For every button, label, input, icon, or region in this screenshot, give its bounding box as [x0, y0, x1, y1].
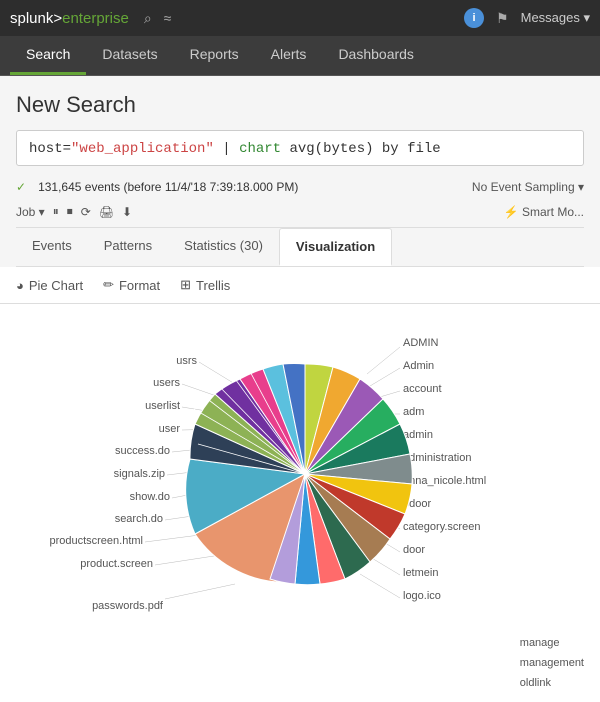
tab-statistics[interactable]: Statistics (30) [168, 228, 279, 266]
top-bar-right: i ⚑ Messages ▾ [464, 8, 590, 28]
svg-text:administration: administration [403, 452, 471, 464]
stop-button[interactable]: ⏹ [67, 204, 73, 219]
svg-text:logo.ico: logo.ico [403, 590, 441, 602]
download-button[interactable]: ⬇ [122, 205, 132, 219]
svg-text:success.do: success.do [115, 445, 170, 457]
svg-text:ADMIN: ADMIN [403, 337, 439, 349]
job-button[interactable]: Job ▾ [16, 205, 45, 219]
svg-text:category.screen: category.screen [403, 521, 480, 533]
pie-chart-icon: ◕ [16, 278, 24, 293]
print-button[interactable]: 🖨 [99, 205, 114, 219]
search-query: host="web_application" | chart avg(bytes… [29, 141, 441, 157]
info-icon[interactable]: i [464, 8, 484, 28]
page-title: New Search [16, 92, 584, 118]
page-content: New Search host="web_application" | char… [0, 76, 600, 267]
svg-text:search.do: search.do [115, 513, 163, 525]
svg-text:Admin: Admin [403, 360, 434, 372]
trellis-icon: ⊞ [180, 277, 191, 293]
svg-text:anna_nicole.html: anna_nicole.html [403, 475, 486, 487]
svg-text:admin: admin [403, 429, 433, 441]
content-tabs: Events Patterns Statistics (30) Visualiz… [16, 228, 584, 267]
pie-chart-container: usrs users userlist user success.do sign… [15, 314, 585, 624]
nav-tab-search[interactable]: Search [10, 36, 86, 75]
pencil-icon: ✏ [103, 277, 114, 293]
logo: splunk>enterprise [10, 10, 129, 27]
tab-patterns[interactable]: Patterns [88, 228, 168, 266]
tab-events[interactable]: Events [16, 228, 88, 266]
svg-text:adm: adm [403, 406, 424, 418]
nav-tab-alerts[interactable]: Alerts [255, 36, 323, 75]
svg-text:signals.zip: signals.zip [114, 468, 165, 480]
svg-text:show.do: show.do [130, 491, 170, 503]
extra-labels: manage management oldlink [0, 634, 600, 702]
top-bar: splunk>enterprise ⌕ ≈ i ⚑ Messages ▾ [0, 0, 600, 36]
chart-area: usrs users userlist user success.do sign… [0, 304, 600, 634]
pause-button[interactable]: ⏸ [53, 204, 59, 219]
label-management: management [520, 654, 584, 674]
top-bar-icons: ⌕ ≈ [144, 10, 464, 27]
flag-icon: ⚑ [496, 10, 509, 27]
svg-text:usrs: usrs [176, 355, 197, 367]
viz-toolbar: ◕ Pie Chart ✏ Format ⊞ Trellis [0, 267, 600, 304]
search-input-container[interactable]: host="web_application" | chart avg(bytes… [16, 130, 584, 166]
format-label: Format [119, 278, 160, 293]
svg-text:door: door [403, 544, 425, 556]
pie-chart-svg: usrs users userlist user success.do sign… [15, 314, 585, 624]
smart-mode-button[interactable]: ⚡ Smart Mo... [504, 205, 584, 219]
messages-button[interactable]: Messages ▾ [521, 10, 590, 26]
event-bar: ✓ 131,645 events (before 11/4/'18 7:39:1… [16, 174, 584, 200]
svg-text:users: users [153, 377, 180, 389]
svg-text:userlist: userlist [145, 400, 180, 412]
check-icon: ✓ [16, 180, 26, 194]
logo-brand: splunk> [10, 10, 62, 27]
tab-visualization[interactable]: Visualization [279, 228, 392, 266]
logo-product: enterprise [62, 10, 129, 27]
search-icon: ⌕ [144, 10, 152, 27]
label-oldlink: oldlink [520, 674, 551, 694]
trellis-button[interactable]: ⊞ Trellis [180, 277, 230, 293]
job-actions: ⏸ ⏹ ⟳ 🖨 ⬇ [53, 204, 132, 219]
svg-text:productscreen.html: productscreen.html [49, 535, 143, 547]
nav-tab-reports[interactable]: Reports [174, 36, 255, 75]
nav-tab-dashboards[interactable]: Dashboards [322, 36, 430, 75]
nav-tabs: Search Datasets Reports Alerts Dashboard… [0, 36, 600, 76]
trellis-label: Trellis [196, 278, 230, 293]
svg-text:account: account [403, 383, 442, 395]
nav-tab-datasets[interactable]: Datasets [86, 36, 173, 75]
svg-text:letmein: letmein [403, 567, 438, 579]
event-count: 131,645 events (before 11/4/'18 7:39:18.… [38, 180, 298, 194]
job-bar: Job ▾ ⏸ ⏹ ⟳ 🖨 ⬇ ⚡ Smart Mo... [16, 200, 584, 228]
pie-chart-button[interactable]: ◕ Pie Chart [16, 278, 83, 293]
svg-text:product.screen: product.screen [80, 558, 153, 570]
pie-chart-label: Pie Chart [29, 278, 83, 293]
forward-button[interactable]: ⟳ [81, 205, 91, 219]
label-manage: manage [520, 634, 560, 654]
format-button[interactable]: ✏ Format [103, 277, 160, 293]
svg-text:passwords.pdf: passwords.pdf [92, 600, 164, 612]
no-sampling-button[interactable]: No Event Sampling ▾ [472, 180, 584, 194]
svg-text:user: user [159, 423, 181, 435]
activity-icon: ≈ [164, 10, 172, 26]
